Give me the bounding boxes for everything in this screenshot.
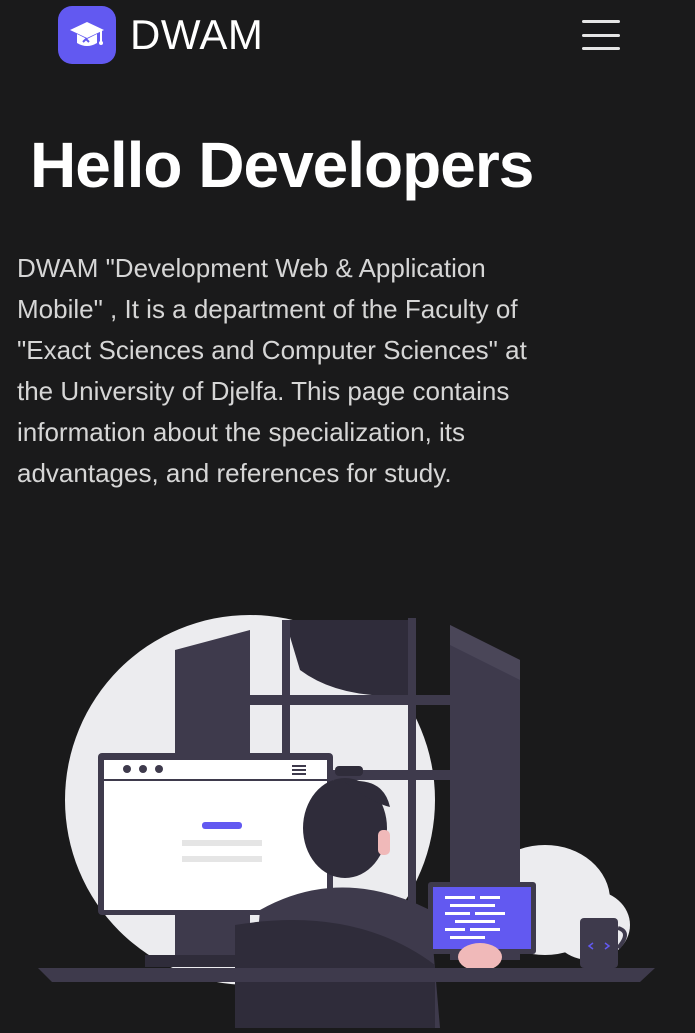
hero-description: DWAM "Development Web & Application Mobi… [17, 253, 527, 488]
graduation-cap-icon [58, 6, 116, 64]
developer-at-desk-illustration [0, 600, 695, 1028]
brand-logo-link[interactable]: DWAM [58, 6, 263, 64]
hamburger-menu-icon[interactable] [582, 20, 620, 50]
navbar: DWAM [0, 0, 695, 72]
brand-name: DWAM [130, 11, 264, 58]
page-title: Hello Developers [30, 129, 534, 201]
